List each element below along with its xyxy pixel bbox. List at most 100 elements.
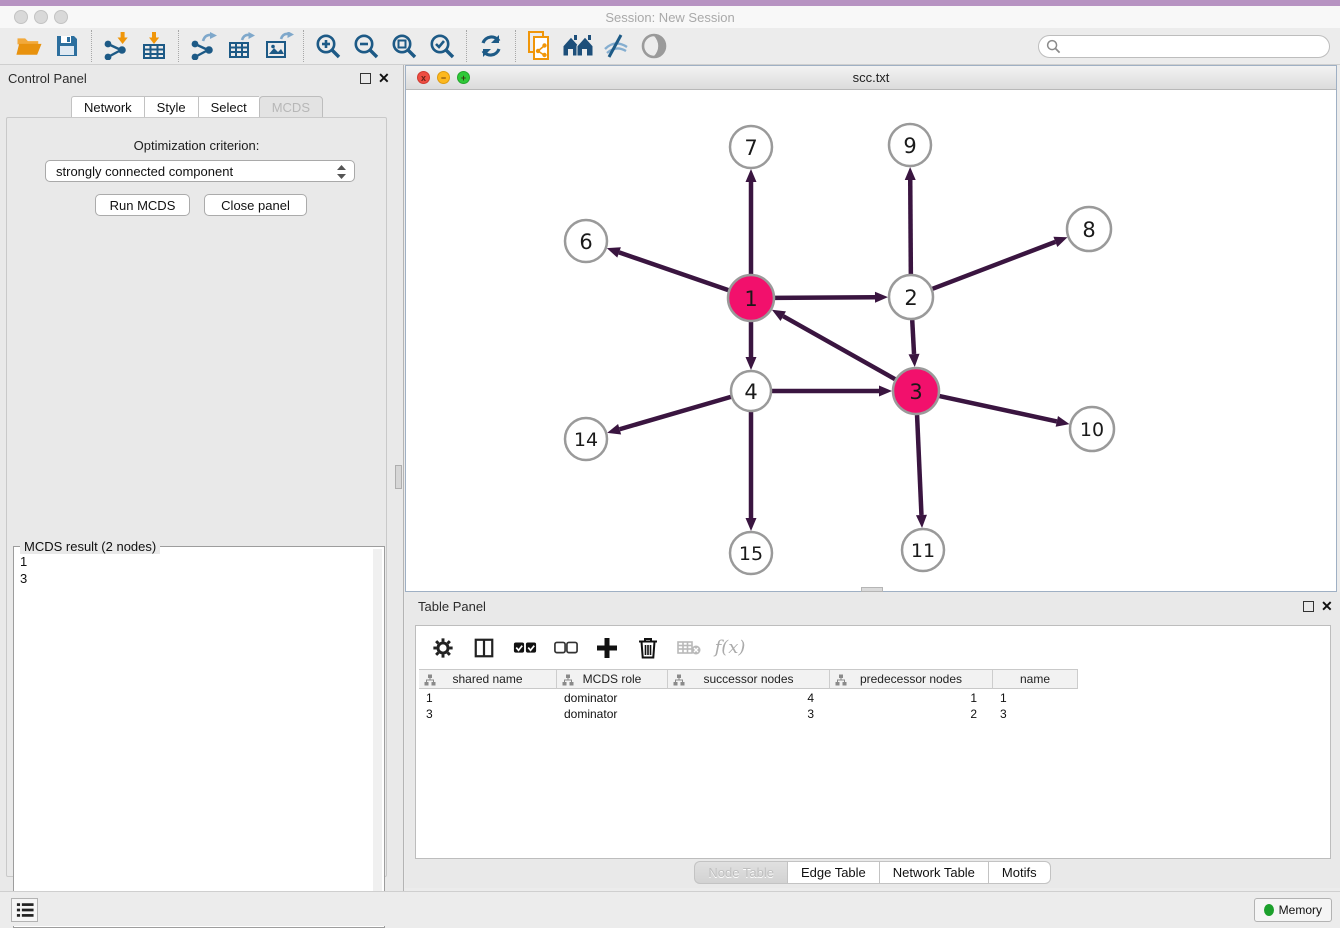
- close-panel-icon[interactable]: ✕: [378, 73, 390, 84]
- export-table-button[interactable]: [222, 30, 260, 62]
- export-image-button[interactable]: [260, 30, 298, 62]
- graph-edge-1-2[interactable]: [775, 297, 875, 298]
- cell-MCDS-role[interactable]: dominator: [557, 690, 668, 706]
- graph-edge-4-14[interactable]: [620, 397, 731, 429]
- close-table-panel-icon[interactable]: ✕: [1321, 601, 1333, 612]
- edge-arrowhead: [905, 167, 916, 180]
- refresh-layout-button[interactable]: [472, 30, 510, 62]
- column-label: MCDS role: [583, 672, 642, 686]
- network-window-title: scc.txt: [406, 70, 1336, 85]
- tab-network-table[interactable]: Network Table: [879, 861, 988, 884]
- column-header-MCDS-role[interactable]: MCDS role: [557, 670, 668, 689]
- graph-edge-3-1[interactable]: [783, 316, 895, 379]
- mcds-tab-content: Optimization criterion: strongly connect…: [6, 117, 387, 877]
- zoom-in-icon: [314, 32, 342, 60]
- table-header-row: shared name MCDS role successor nodesprede…: [419, 669, 1078, 689]
- column-header-successor-nodes[interactable]: successor nodes: [668, 670, 830, 689]
- table-settings-button[interactable]: [430, 636, 456, 660]
- network-window-titlebar[interactable]: x − + scc.txt: [406, 66, 1336, 90]
- cell-predecessor-nodes[interactable]: 2: [830, 706, 993, 722]
- graph-edge-1-6[interactable]: [619, 252, 728, 290]
- deselect-all-columns-button[interactable]: [553, 636, 579, 660]
- search-input[interactable]: [1061, 37, 1329, 55]
- search-box[interactable]: [1038, 35, 1330, 58]
- tab-network[interactable]: Network: [71, 96, 144, 119]
- memory-button[interactable]: Memory: [1254, 898, 1332, 922]
- cell-successor-nodes[interactable]: 4: [668, 690, 830, 706]
- close-panel-button[interactable]: Close panel: [204, 194, 307, 216]
- search-icon: [1046, 39, 1061, 54]
- import-network-button[interactable]: [97, 30, 135, 62]
- column-header-shared-name[interactable]: shared name: [419, 670, 557, 689]
- app-titlebar: Session: New Session: [0, 6, 1340, 28]
- tab-node-table[interactable]: Node Table: [694, 861, 787, 884]
- export-network-button[interactable]: [184, 30, 222, 62]
- tree-hierarchy-icon: [673, 674, 685, 689]
- optimization-criterion-select[interactable]: strongly connected component: [45, 160, 355, 182]
- tab-mcds[interactable]: MCDS: [259, 96, 323, 119]
- network-graph-canvas[interactable]: 7968124314101511: [406, 91, 1336, 591]
- graph-edge-3-10[interactable]: [939, 396, 1056, 421]
- zoom-fit-button[interactable]: [385, 30, 423, 62]
- task-history-button[interactable]: [11, 898, 38, 922]
- splitter-handle[interactable]: [395, 465, 402, 489]
- show-column-panel-button[interactable]: [471, 636, 497, 660]
- first-neighbors-button[interactable]: [559, 30, 597, 62]
- graph-edge-2-8[interactable]: [932, 242, 1055, 289]
- edge-arrowhead: [607, 424, 621, 435]
- import-table-button[interactable]: [135, 30, 173, 62]
- zoom-fit-icon: [390, 32, 418, 60]
- table-panel: Table Panel ✕: [405, 592, 1340, 888]
- zoom-out-button[interactable]: [347, 30, 385, 62]
- tab-select[interactable]: Select: [198, 96, 259, 119]
- cell-successor-nodes[interactable]: 3: [668, 706, 830, 722]
- cell-name[interactable]: 1: [993, 690, 1078, 706]
- export-network-icon: [189, 32, 217, 60]
- tree-hierarchy-icon: [835, 674, 847, 689]
- tab-motifs[interactable]: Motifs: [988, 861, 1051, 884]
- new-network-from-selection-button[interactable]: [521, 30, 559, 62]
- export-table-icon: [227, 32, 255, 60]
- delete-column-button[interactable]: [635, 636, 661, 660]
- zoom-in-button[interactable]: [309, 30, 347, 62]
- memory-label: Memory: [1279, 903, 1322, 917]
- add-column-button[interactable]: [594, 636, 620, 660]
- optimization-criterion-label: Optimization criterion:: [7, 138, 386, 153]
- cell-name[interactable]: 3: [993, 706, 1078, 722]
- mcds-result-text[interactable]: 1 3: [20, 553, 27, 587]
- result-scrollbar[interactable]: [373, 549, 382, 925]
- cell-MCDS-role[interactable]: dominator: [557, 706, 668, 722]
- table-row[interactable]: 3dominator323: [419, 706, 1330, 722]
- trash-icon: [638, 637, 658, 659]
- show-all-button[interactable]: [635, 30, 673, 62]
- toolbar-separator: [91, 30, 92, 62]
- select-all-columns-button[interactable]: [512, 636, 538, 660]
- column-header-name[interactable]: name: [993, 670, 1078, 689]
- graph-edge-3-11[interactable]: [917, 415, 921, 515]
- vertical-splitter[interactable]: [394, 65, 404, 891]
- float-panel-icon[interactable]: [360, 73, 371, 84]
- graph-edge-2-3[interactable]: [912, 320, 914, 354]
- open-session-button[interactable]: [10, 30, 48, 62]
- cell-shared-name[interactable]: 1: [419, 690, 557, 706]
- unchecked-boxes-icon: [554, 641, 578, 655]
- column-header-predecessor-nodes[interactable]: predecessor nodes: [830, 670, 993, 689]
- tab-edge-table[interactable]: Edge Table: [787, 861, 879, 884]
- refresh-icon: [478, 33, 504, 59]
- hide-selected-button[interactable]: [597, 30, 635, 62]
- gear-icon: [432, 637, 454, 659]
- cell-shared-name[interactable]: 3: [419, 706, 557, 722]
- run-mcds-button[interactable]: Run MCDS: [95, 194, 190, 216]
- cell-predecessor-nodes[interactable]: 1: [830, 690, 993, 706]
- float-table-panel-icon[interactable]: [1303, 601, 1314, 612]
- node-label-8: 8: [1082, 218, 1095, 242]
- zoom-selected-button[interactable]: [423, 30, 461, 62]
- tab-style[interactable]: Style: [144, 96, 198, 119]
- node-label-1: 1: [744, 287, 757, 311]
- graph-edge-2-9[interactable]: [910, 180, 911, 274]
- main-toolbar: [0, 28, 1340, 65]
- edge-arrowhead: [746, 518, 757, 531]
- save-session-button[interactable]: [48, 30, 86, 62]
- table-row[interactable]: 1dominator411: [419, 690, 1330, 706]
- node-label-2: 2: [904, 286, 917, 310]
